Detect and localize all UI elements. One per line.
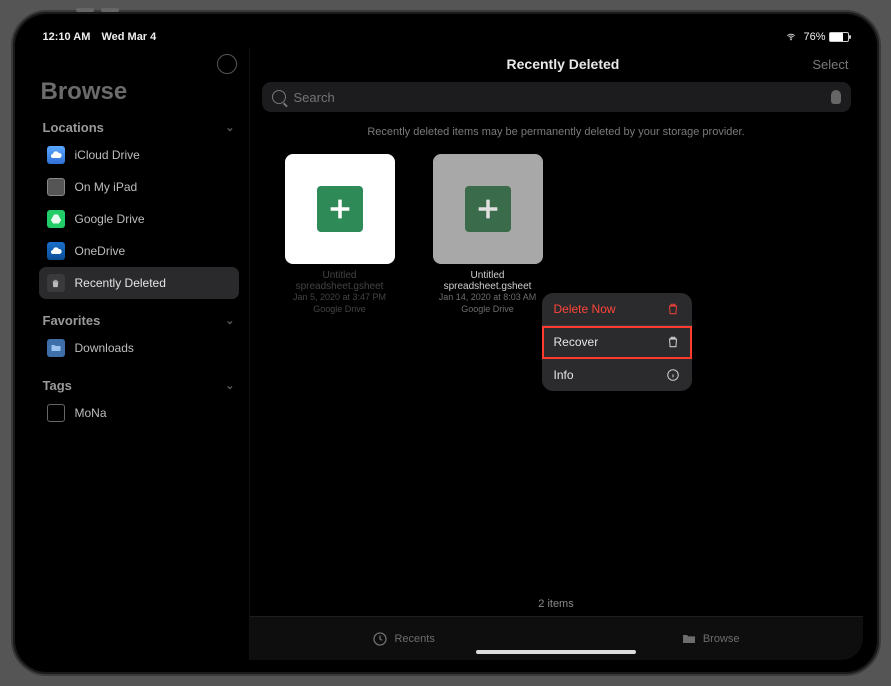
sidebar-item-tag[interactable]: MoNa — [39, 397, 239, 429]
sidebar-item-ipad[interactable]: On My iPad — [39, 171, 239, 203]
tab-recents[interactable]: Recents — [372, 631, 434, 647]
page-title: Recently Deleted — [314, 56, 813, 72]
tags-header[interactable]: Tags ⌄ — [39, 374, 239, 397]
info-icon — [666, 368, 680, 382]
item-count: 2 items — [250, 592, 863, 616]
spreadsheet-icon — [465, 186, 511, 232]
spreadsheet-icon — [317, 186, 363, 232]
search-bar[interactable] — [262, 82, 851, 112]
file-name: Untitled spreadsheet.gsheet — [280, 270, 400, 292]
sidebar-item-icloud[interactable]: iCloud Drive — [39, 139, 239, 171]
ipad-icon — [47, 178, 65, 196]
menu-delete-now[interactable]: Delete Now — [542, 293, 692, 326]
file-thumbnail — [285, 154, 395, 264]
trash-icon — [47, 274, 65, 292]
browse-title: Browse — [41, 78, 239, 106]
sidebar-item-gdrive[interactable]: Google Drive — [39, 203, 239, 235]
status-bar: 12:10 AM Wed Mar 4 76% — [29, 26, 863, 48]
sidebar-item-onedrive[interactable]: OneDrive — [39, 235, 239, 267]
tab-label: Recents — [394, 633, 434, 645]
sidebar-item-downloads[interactable]: Downloads — [39, 332, 239, 364]
tag-circle-icon — [47, 404, 65, 422]
tab-browse[interactable]: Browse — [681, 631, 740, 647]
onedrive-icon — [47, 242, 65, 260]
menu-item-label: Info — [554, 368, 574, 382]
favorites-label: Favorites — [43, 313, 101, 328]
file-item[interactable]: Untitled spreadsheet.gsheet Jan 5, 2020 … — [280, 154, 400, 315]
dictate-icon[interactable] — [831, 90, 841, 104]
context-menu: Delete Now Recover Info — [542, 293, 692, 391]
favorites-header[interactable]: Favorites ⌄ — [39, 309, 239, 332]
sidebar: Browse Locations ⌄ iCloud Drive On My iP… — [29, 48, 249, 660]
sidebar-item-label: Downloads — [75, 341, 134, 355]
sidebar-item-label: iCloud Drive — [75, 148, 140, 162]
home-indicator[interactable] — [476, 650, 636, 654]
file-thumbnail — [433, 154, 543, 264]
select-button[interactable]: Select — [812, 57, 848, 72]
search-icon — [272, 90, 286, 104]
clock-icon — [372, 631, 388, 647]
wifi-icon — [785, 32, 797, 42]
tags-label: Tags — [43, 378, 72, 393]
menu-item-label: Delete Now — [554, 302, 616, 316]
more-options-button[interactable] — [217, 54, 237, 74]
file-date: Jan 14, 2020 at 8:03 AM — [439, 292, 537, 304]
chevron-down-icon: ⌄ — [225, 379, 234, 392]
file-name: Untitled spreadsheet.gsheet — [428, 270, 548, 292]
trash-icon — [666, 302, 680, 316]
battery-percent: 76% — [803, 31, 825, 43]
menu-info[interactable]: Info — [542, 359, 692, 391]
folder-icon — [47, 339, 65, 357]
status-date: Wed Mar 4 — [101, 31, 156, 43]
sidebar-item-recently-deleted[interactable]: Recently Deleted — [39, 267, 239, 299]
sidebar-item-label: OneDrive — [75, 244, 126, 258]
tab-label: Browse — [703, 633, 740, 645]
search-input[interactable] — [294, 90, 823, 105]
chevron-down-icon: ⌄ — [225, 121, 234, 134]
cloud-icon — [47, 146, 65, 164]
menu-item-label: Recover — [554, 335, 599, 349]
sidebar-item-label: Recently Deleted — [75, 276, 166, 290]
warning-text: Recently deleted items may be permanentl… — [250, 118, 863, 144]
locations-label: Locations — [43, 120, 104, 135]
trash-icon — [666, 335, 680, 349]
file-source: Google Drive — [461, 304, 514, 316]
sidebar-item-label: MoNa — [75, 406, 107, 420]
menu-recover[interactable]: Recover — [542, 326, 692, 359]
sidebar-item-label: Google Drive — [75, 212, 145, 226]
folder-icon — [681, 631, 697, 647]
main-panel: Recently Deleted Select Recently deleted… — [249, 48, 863, 660]
chevron-down-icon: ⌄ — [225, 314, 234, 327]
locations-header[interactable]: Locations ⌄ — [39, 116, 239, 139]
file-item[interactable]: Untitled spreadsheet.gsheet Jan 14, 2020… — [428, 154, 548, 315]
google-drive-icon — [47, 210, 65, 228]
status-time: 12:10 AM — [43, 31, 91, 43]
sidebar-item-label: On My iPad — [75, 180, 138, 194]
file-source: Google Drive — [313, 304, 366, 316]
file-date: Jan 5, 2020 at 3:47 PM — [293, 292, 386, 304]
battery-indicator: 76% — [803, 31, 848, 43]
